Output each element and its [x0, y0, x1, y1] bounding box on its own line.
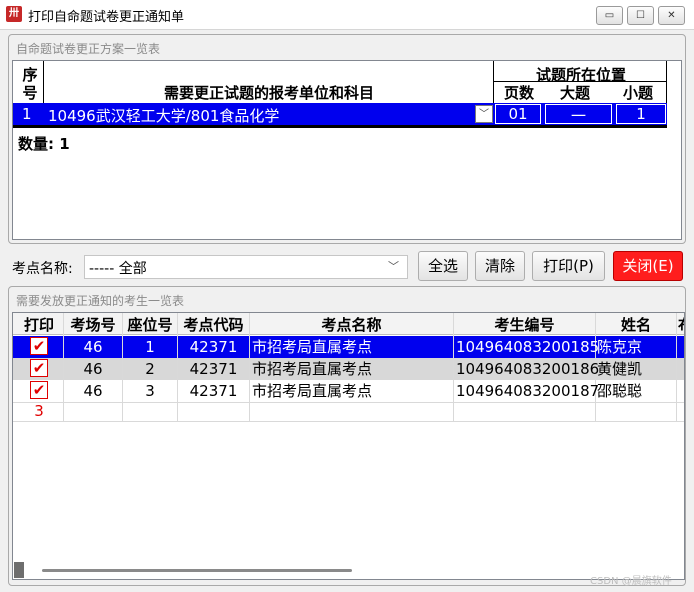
print-col-header: 打印: [23, 316, 54, 334]
seat-cell: 3: [145, 382, 155, 400]
site-name-cell: 市招考局直属考点: [252, 338, 373, 356]
plan-page-cell: 01: [508, 105, 528, 123]
student-name-cell: 邵聪聪: [597, 382, 643, 400]
site-name-col-header: 考点名称: [321, 316, 382, 334]
minimize-icon: ▭: [604, 10, 615, 21]
unit-dropdown-button[interactable]: ﹀: [475, 105, 493, 123]
print-checkbox[interactable]: ✔: [30, 337, 48, 355]
seat-cell: 2: [145, 360, 155, 378]
plan-seq-cell: 1: [22, 105, 32, 123]
page-header: 页数: [503, 84, 534, 102]
site-name-value: ----- 全部: [89, 261, 147, 277]
app-icon: 卅: [6, 6, 22, 22]
extra-col-header: 布: [678, 314, 684, 335]
big-question-header: 大题: [559, 84, 590, 102]
room-col-header: 考场号: [70, 316, 116, 334]
room-cell: 46: [83, 382, 103, 400]
horizontal-scrollbar[interactable]: [42, 569, 352, 572]
site-name-label: 考点名称:: [12, 261, 73, 277]
maximize-button[interactable]: ☐: [627, 6, 654, 25]
chevron-down-icon: ﹀: [479, 109, 489, 120]
plan-small-q-cell: 1: [636, 105, 646, 123]
close-window-button[interactable]: ✕: [658, 6, 685, 25]
print-checkbox[interactable]: ✔: [30, 381, 48, 399]
grid-line: [676, 313, 677, 422]
small-question-header: 小题: [622, 84, 653, 102]
exam-no-cell: 104964083200187: [456, 382, 600, 400]
seat-col-header: 座位号: [127, 316, 173, 334]
exam-no-cell: 104964083200185: [456, 338, 600, 356]
close-icon: ✕: [667, 10, 676, 21]
exam-no-cell: 104964083200186: [456, 360, 600, 378]
print-checkbox[interactable]: ✔: [30, 359, 48, 377]
grid-line: [13, 402, 684, 403]
seat-cell: 1: [145, 338, 155, 356]
watermark: CSDN @晨旗软件: [590, 576, 672, 587]
plan-group-title: 自命题试卷更正方案一览表: [16, 42, 161, 56]
minimize-button[interactable]: ▭: [596, 6, 623, 25]
clear-button[interactable]: 清除: [475, 251, 525, 281]
scrollbar-button[interactable]: [14, 562, 24, 578]
plan-count: 数量: 1: [18, 135, 70, 153]
close-button[interactable]: 关闭(E): [613, 251, 683, 281]
grid-line: [453, 313, 454, 422]
site-code-cell: 42371: [189, 338, 238, 356]
unit-subject-header: 需要更正试题的报考单位和科目: [163, 84, 374, 102]
site-code-cell: 42371: [189, 382, 238, 400]
student-name-cell: 黄健凯: [597, 360, 643, 378]
chevron-down-icon: ﹀: [388, 260, 399, 273]
grid-line: [249, 313, 250, 422]
plan-unit-cell: 10496武汉轻工大学/801食品化学: [48, 107, 280, 125]
exam-no-col-header: 考生编号: [494, 316, 555, 334]
seq-header-2: 号: [22, 84, 38, 102]
room-cell: 46: [83, 360, 103, 378]
room-cell: 46: [83, 338, 103, 356]
total-count: 3: [34, 402, 44, 420]
print-button[interactable]: 打印(P): [532, 251, 605, 281]
maximize-icon: ☐: [636, 10, 645, 21]
plan-big-q-cell: 一: [570, 107, 586, 125]
row-separator: [13, 125, 667, 128]
site-code-col-header: 考点代码: [183, 316, 244, 334]
grid-line: [493, 81, 667, 82]
student-group-title: 需要发放更正通知的考生一览表: [16, 294, 185, 308]
name-col-header: 姓名: [620, 316, 651, 334]
site-name-cell: 市招考局直属考点: [252, 360, 373, 378]
student-name-cell: 陈克京: [597, 338, 643, 356]
site-code-cell: 42371: [189, 360, 238, 378]
select-all-button[interactable]: 全选: [418, 251, 468, 281]
window-title: 打印自命题试卷更正通知单: [28, 10, 185, 25]
site-name-cell: 市招考局直属考点: [252, 382, 373, 400]
grid-line: [13, 421, 684, 422]
